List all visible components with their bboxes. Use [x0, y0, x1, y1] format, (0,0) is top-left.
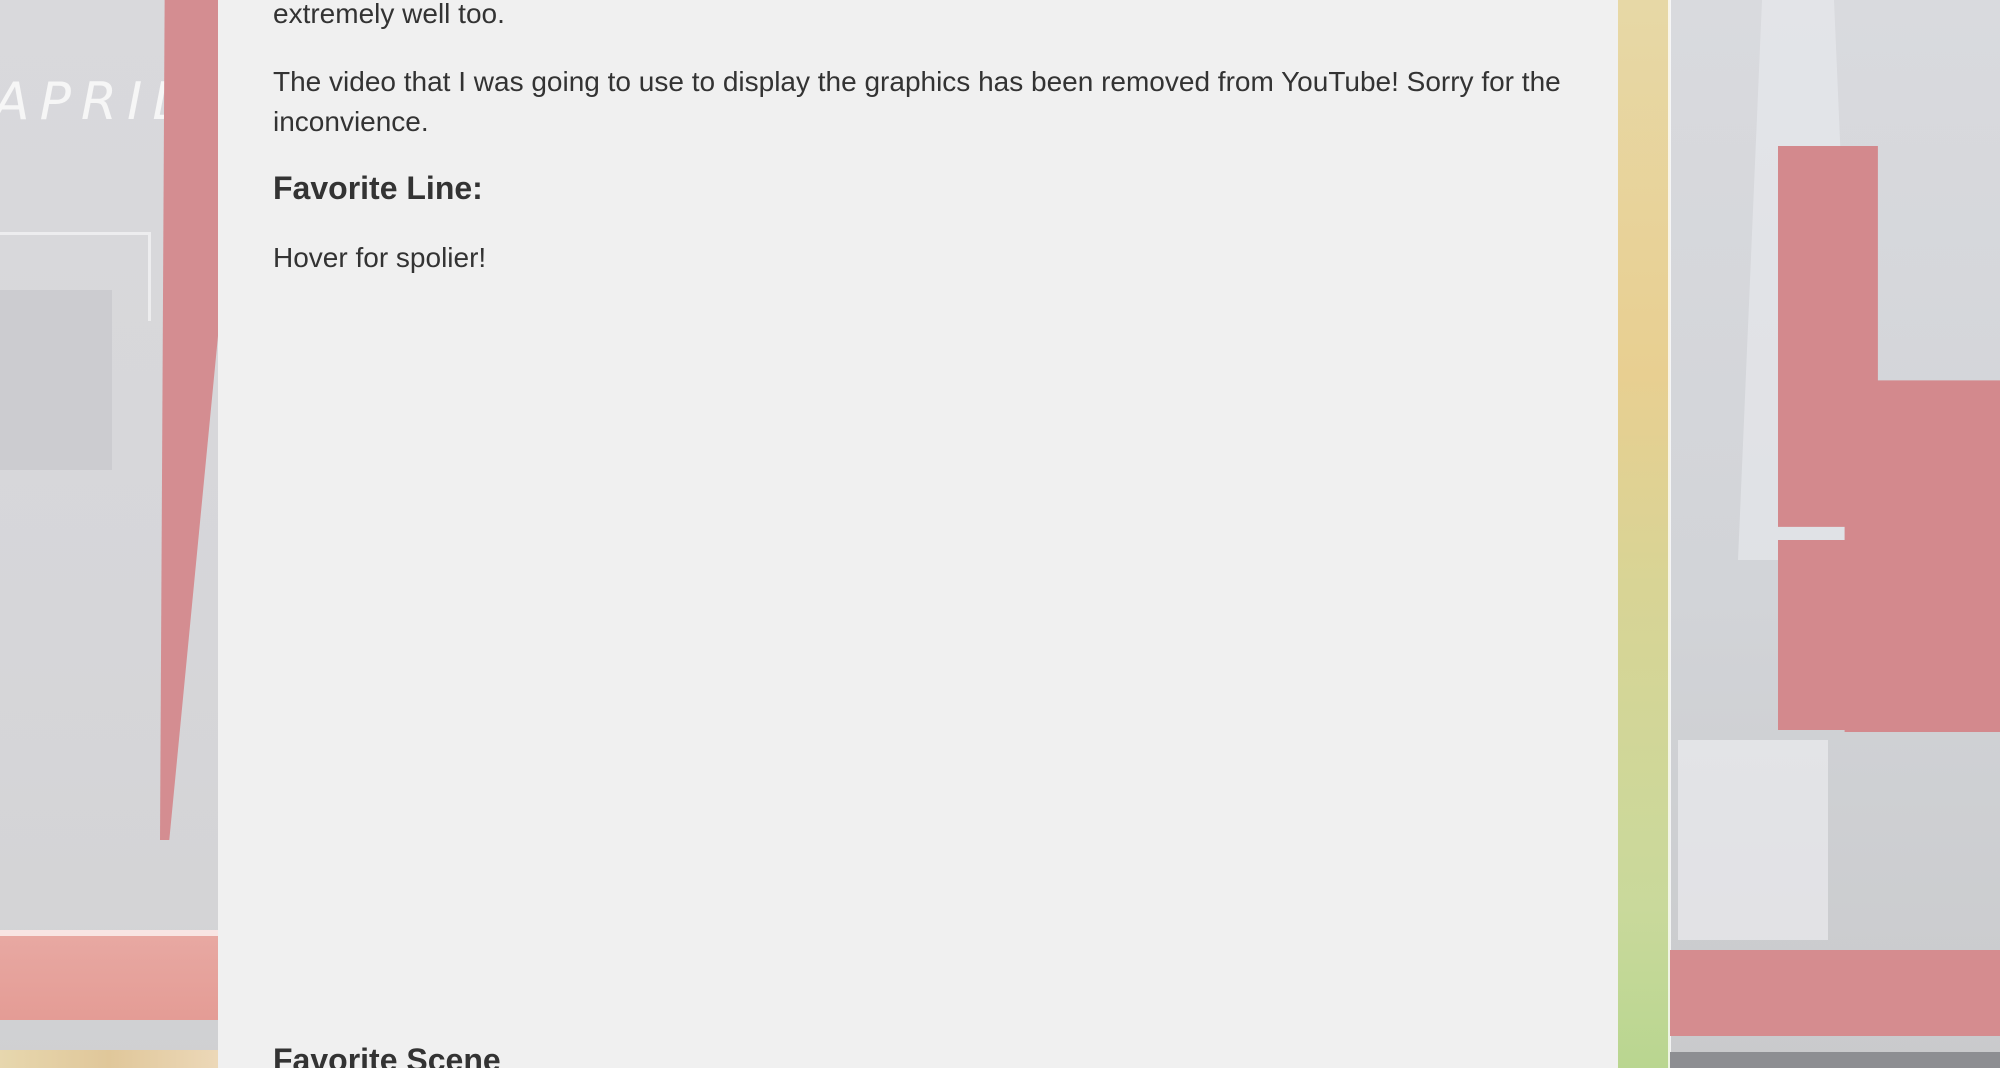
poster-bottom-strip — [0, 1050, 218, 1068]
poster-frame — [0, 232, 151, 321]
poster-red-wedge — [160, 0, 218, 840]
paragraph-video-note: The video that I was going to use to dis… — [273, 66, 1561, 137]
page: APRIL 2 extremely well too. The video th… — [0, 0, 2000, 1068]
background-left-poster: APRIL 2 — [0, 0, 251, 1068]
poster-red-bar — [1670, 950, 2000, 1036]
poster-red-letter-lower — [1778, 540, 2000, 730]
poster-divider-line — [1668, 0, 1671, 1068]
spoiler-hover-area[interactable] — [273, 300, 1563, 1000]
paragraph-fragment: extremely well too. — [273, 0, 505, 29]
poster-grey-strip — [1670, 1052, 2000, 1068]
favorite-line-heading: Favorite Line: — [273, 170, 483, 206]
poster-red-stripe — [0, 930, 218, 1020]
poster-yellow-column — [1618, 0, 1670, 1068]
poster-light-panel — [1678, 740, 1828, 940]
spoiler-hint[interactable]: Hover for spolier! — [273, 238, 486, 278]
favorite-scene-heading: Favorite Scene — [273, 1042, 501, 1068]
background-right-poster — [1618, 0, 2000, 1068]
poster-stripe-highlight — [0, 930, 218, 936]
article-content: extremely well too. The video that I was… — [218, 0, 1618, 1068]
